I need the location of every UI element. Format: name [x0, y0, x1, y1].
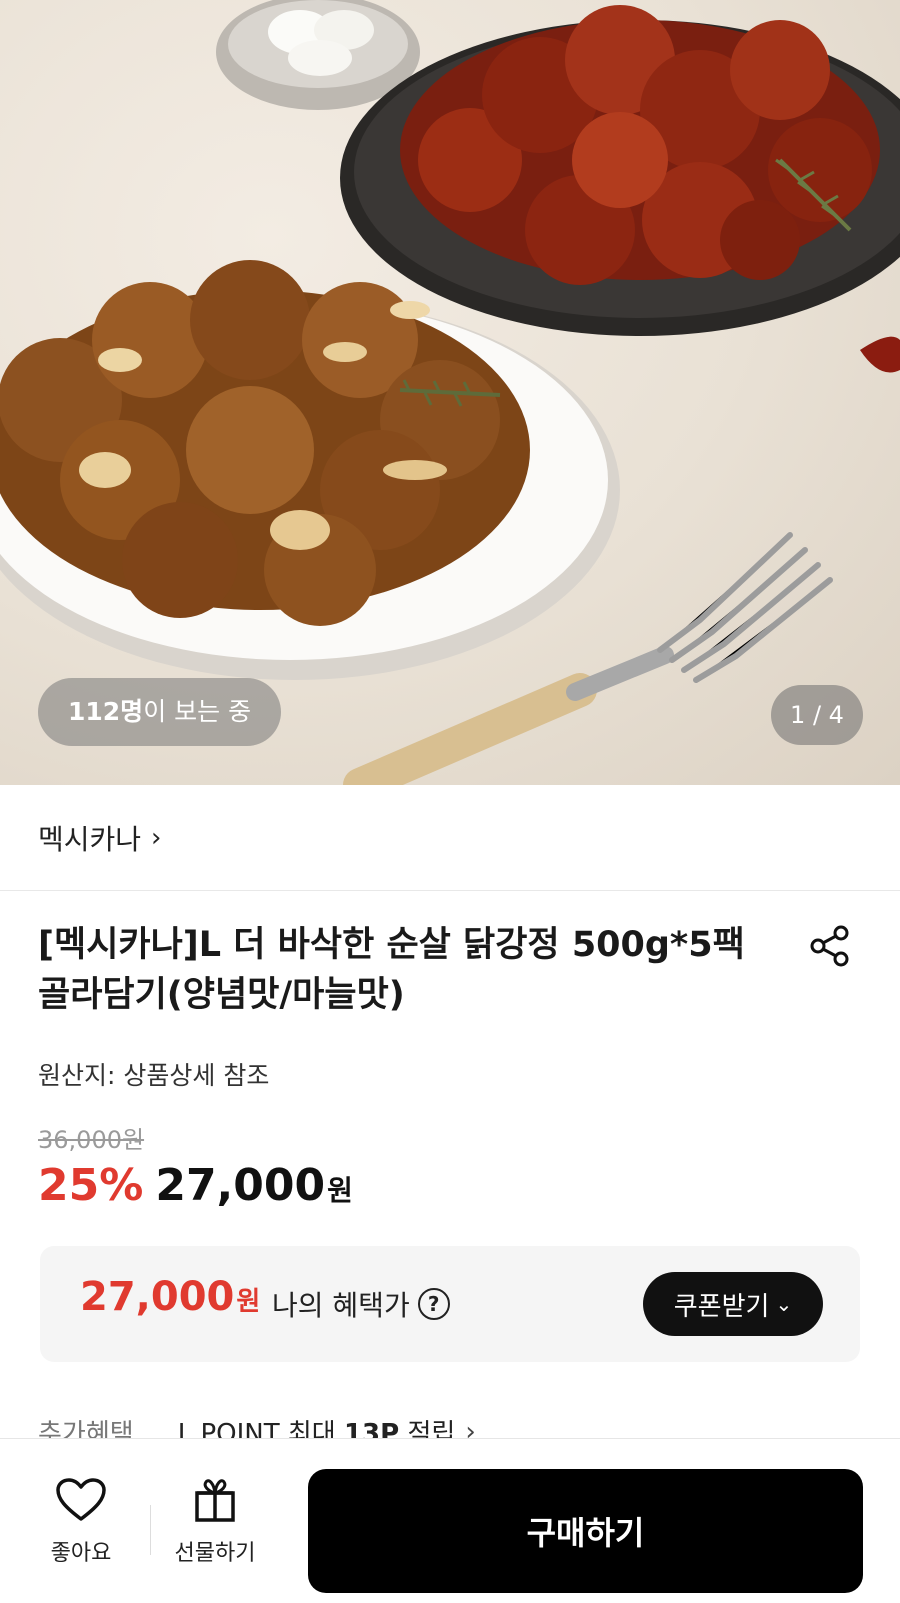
viewer-count-suffix: 이 보는 중 — [143, 697, 252, 726]
viewer-count-badge: 112명이 보는 중 — [38, 678, 282, 746]
product-image-carousel[interactable]: 112명이 보는 중 1 / 4 — [0, 0, 900, 785]
product-title: [멕시카나]L 더 바삭한 순살 닭강정 500g*5팩 골라담기(양념맛/마늘… — [38, 925, 745, 1015]
coupon-button-label: 쿠폰받기 — [673, 1291, 770, 1322]
food-photo — [0, 0, 900, 785]
origin-info: 원산지: 상품상세 참조 — [38, 1061, 270, 1090]
original-price: 36,000원 — [38, 1126, 145, 1154]
brand-link[interactable]: 멕시카나 › — [0, 785, 900, 891]
benefit-price-box: 27,000 원 나의 혜택가 ? 쿠폰받기 ⌄ — [40, 1246, 860, 1362]
divider — [150, 1505, 151, 1555]
product-page: 112명이 보는 중 1 / 4 멕시카나 › [멕시카나]L 더 바삭한 순살… — [0, 0, 900, 1603]
benefit-price-amount: 27,000 — [80, 1274, 235, 1320]
gift-label: 선물하기 — [174, 1540, 256, 1566]
share-icon — [810, 925, 849, 967]
benefit-price-unit: 원 — [236, 1287, 261, 1317]
sale-price: 27,000 — [155, 1160, 326, 1211]
bottom-action-bar: 좋아요 선물하기 구매하기 — [0, 1438, 900, 1603]
brand-name: 멕시카나 — [38, 822, 142, 856]
gift-icon — [195, 1478, 235, 1522]
buy-button[interactable]: 구매하기 — [308, 1469, 863, 1593]
chevron-down-icon: ⌄ — [775, 1292, 793, 1316]
image-page-indicator: 1 / 4 — [771, 685, 863, 745]
help-icon[interactable]: ? — [417, 1288, 450, 1320]
sale-price-row: 25% 27,000 원 — [38, 1160, 353, 1211]
sale-price-unit: 원 — [327, 1174, 353, 1207]
viewer-count: 112명 — [68, 697, 144, 726]
like-button[interactable]: 좋아요 — [26, 1439, 136, 1603]
chevron-right-icon: › — [151, 822, 162, 853]
benefit-price: 27,000 원 — [80, 1274, 260, 1320]
heart-icon — [56, 1477, 106, 1521]
benefit-label-text: 나의 혜택가 — [272, 1289, 410, 1322]
like-label: 좋아요 — [50, 1540, 112, 1566]
gift-button[interactable]: 선물하기 — [160, 1439, 270, 1603]
benefit-label: 나의 혜택가 ? — [272, 1284, 450, 1324]
share-button[interactable] — [806, 922, 854, 970]
coupon-button[interactable]: 쿠폰받기 ⌄ — [643, 1272, 823, 1336]
discount-rate: 25% — [38, 1160, 144, 1211]
